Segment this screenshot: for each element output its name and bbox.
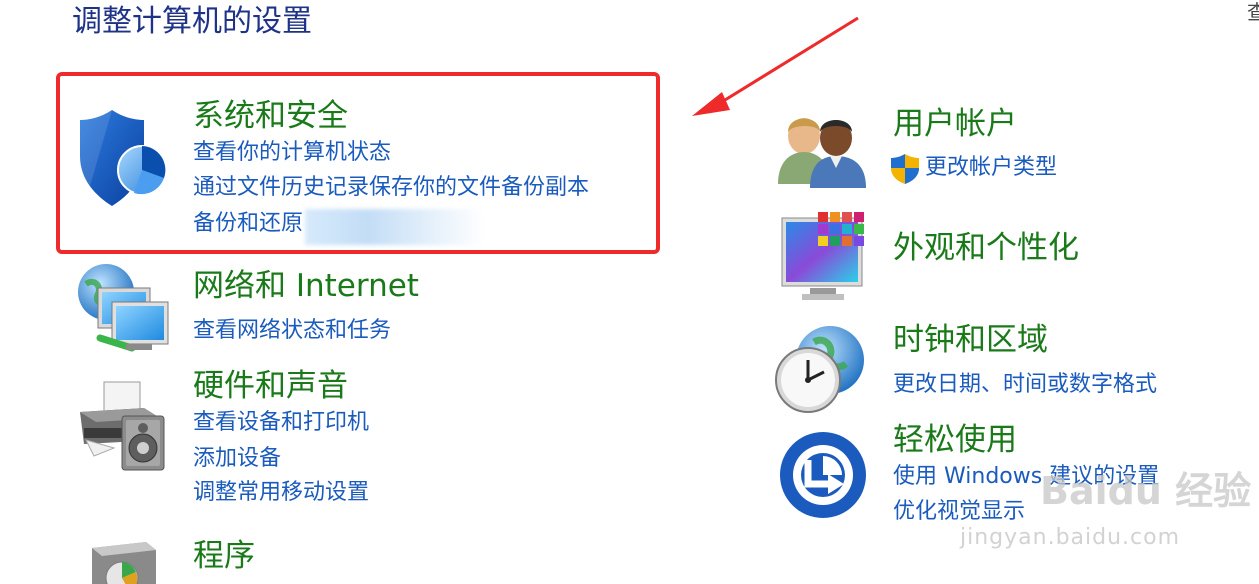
uac-shield-icon	[891, 154, 919, 184]
link-change-date-time-format[interactable]: 更改日期、时间或数字格式	[893, 370, 1157, 400]
category-programs[interactable]: 程序	[193, 536, 255, 576]
link-add-device[interactable]: 添加设备	[193, 444, 281, 474]
watermark-url: jingyan.baidu.com	[960, 525, 1181, 550]
category-user-accounts[interactable]: 用户帐户	[893, 104, 1017, 144]
users-icon[interactable]	[778, 110, 868, 188]
appearance-monitor-icon[interactable]	[780, 210, 872, 302]
link-view-network-status[interactable]: 查看网络状态和任务	[193, 316, 391, 346]
page-title: 调整计算机的设置	[72, 4, 312, 39]
highlight-box	[56, 72, 660, 254]
category-clock-region[interactable]: 时钟和区域	[893, 320, 1048, 360]
watermark-brand: Baidu 经验	[1040, 469, 1252, 513]
clock-globe-icon[interactable]	[774, 322, 868, 416]
network-globe-icon[interactable]	[72, 262, 172, 358]
programs-icon[interactable]	[86, 538, 162, 584]
category-hardware-sound[interactable]: 硬件和声音	[193, 366, 348, 406]
printer-speaker-icon[interactable]	[74, 378, 170, 474]
red-arrow-annotation	[692, 16, 859, 116]
link-change-account-type[interactable]: 更改帐户类型	[925, 153, 1057, 183]
category-ease-of-access[interactable]: 轻松使用	[893, 420, 1017, 460]
category-appearance[interactable]: 外观和个性化	[893, 228, 1079, 268]
category-network-internet[interactable]: 网络和 Internet	[193, 266, 419, 306]
link-optimize-display[interactable]: 优化视觉显示	[893, 497, 1025, 527]
link-mobility-settings[interactable]: 调整常用移动设置	[193, 478, 369, 508]
ease-of-access-icon[interactable]	[778, 430, 868, 520]
link-view-devices-printers[interactable]: 查看设备和打印机	[193, 408, 369, 438]
corner-search-label[interactable]: 查	[1247, 0, 1259, 24]
